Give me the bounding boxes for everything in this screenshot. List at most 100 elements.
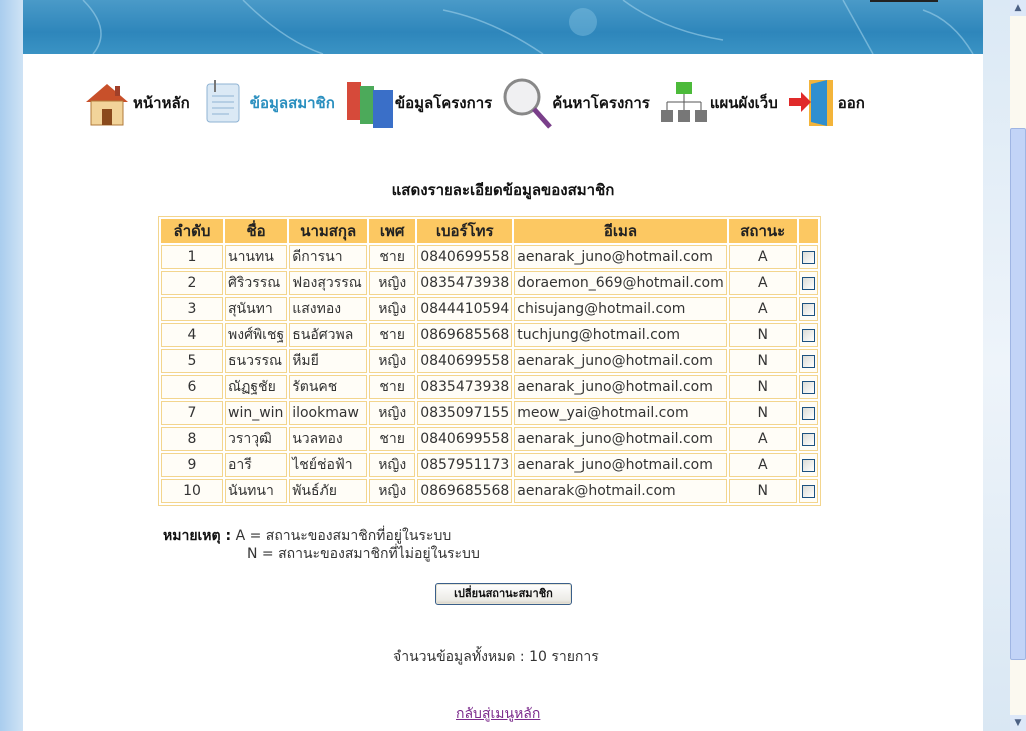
table-cell: ธนอัศวพล xyxy=(289,323,368,347)
table-cell: หญิง xyxy=(369,401,416,425)
table-cell: แสงทอง xyxy=(289,297,368,321)
row-checkbox[interactable] xyxy=(801,328,815,342)
table-cell: aenarak@hotmail.com xyxy=(514,479,727,503)
change-status-button[interactable]: เปลี่ยนสถานะสมาชิก xyxy=(435,583,572,605)
note-line-n: N = สถานะของสมาชิกที่ไม่อยู่ในระบบ xyxy=(247,546,480,562)
table-cell: หญิง xyxy=(369,349,416,373)
row-checkbox[interactable] xyxy=(801,380,815,394)
table-cell: ศิริวรรณ xyxy=(225,271,288,295)
table-cell: 0869685568 xyxy=(417,479,513,503)
scrollbar-thumb[interactable] xyxy=(1010,128,1026,660)
column-header: นามสกุล xyxy=(289,219,368,243)
row-checkbox[interactable] xyxy=(801,406,815,420)
table-cell: aenarak_juno@hotmail.com xyxy=(514,453,727,477)
table-cell: ชาย xyxy=(369,375,416,399)
nav-item-2[interactable]: ข้อมูลโครงการ xyxy=(343,75,492,131)
row-checkbox[interactable] xyxy=(801,458,815,472)
table-cell: N xyxy=(728,323,797,347)
row-checkbox[interactable] xyxy=(801,432,815,446)
table-cell: doraemon_669@hotmail.com xyxy=(514,271,727,295)
column-header: เบอร์โทร xyxy=(417,219,513,243)
nav-item-5[interactable]: ออก xyxy=(786,75,865,131)
table-cell: 3 xyxy=(161,297,223,321)
table-cell: หญิง xyxy=(369,297,416,321)
table-cell: 7 xyxy=(161,401,223,425)
table-cell: 0835473938 xyxy=(417,375,513,399)
table-cell: ชาย xyxy=(369,427,416,451)
table-cell: รัตนคช xyxy=(289,375,368,399)
select-cell xyxy=(798,453,818,477)
row-checkbox[interactable] xyxy=(801,276,815,290)
note-line-a: A = สถานะของสมาชิกที่อยู่ในระบบ xyxy=(235,528,452,544)
table-cell: A xyxy=(728,297,797,321)
nav-item-3[interactable]: ค้นหาโครงการ xyxy=(500,75,650,131)
page-content: หน้าหลัก ข้อมูลสมาชิก ข้อมูลโครงการ ค้นหาโค… xyxy=(23,0,983,731)
scroll-up-icon[interactable]: ▲ xyxy=(1010,0,1026,16)
table-cell: หญิง xyxy=(369,271,416,295)
table-cell: tuchjung@hotmail.com xyxy=(514,323,727,347)
table-cell: aenarak_juno@hotmail.com xyxy=(514,245,727,269)
table-cell: ดีการนา xyxy=(289,245,368,269)
page-background xyxy=(983,0,1010,731)
table-cell: 0840699558 xyxy=(417,427,513,451)
column-header: สถานะ xyxy=(728,219,797,243)
nav-item-1[interactable]: ข้อมูลสมาชิก xyxy=(198,75,335,131)
note-label: หมายเหตุ : xyxy=(163,528,232,544)
vertical-scrollbar[interactable]: ▲ ▼ xyxy=(1010,0,1026,731)
exit-door-icon xyxy=(786,75,838,131)
members-table: ลำดับ ชื่อ นามสกุล เพศ เบอร์โทร อีเมล สถานะ 1น… xyxy=(158,216,821,506)
nav-item-0[interactable]: หน้าหลัก xyxy=(81,75,190,131)
document-icon xyxy=(198,75,250,131)
table-cell: สุนันทา xyxy=(225,297,288,321)
table-cell: 8 xyxy=(161,427,223,451)
table-cell: 0869685568 xyxy=(417,323,513,347)
main-nav: หน้าหลัก ข้อมูลสมาชิก ข้อมูลโครงการ ค้นหาโค… xyxy=(81,72,873,134)
sitemap-icon xyxy=(658,75,710,131)
table-cell: A xyxy=(728,271,797,295)
table-cell: 0835097155 xyxy=(417,401,513,425)
row-checkbox[interactable] xyxy=(801,250,815,264)
row-checkbox[interactable] xyxy=(801,302,815,316)
select-cell xyxy=(798,245,818,269)
table-cell: meow_yai@hotmail.com xyxy=(514,401,727,425)
table-cell: A xyxy=(728,245,797,269)
row-checkbox[interactable] xyxy=(801,354,815,368)
select-cell xyxy=(798,427,818,451)
select-cell xyxy=(798,323,818,347)
table-cell: 2 xyxy=(161,271,223,295)
table-row: 10 นันทนา พันธ์ภัย หญิง 0869685568 aenarak@ho… xyxy=(161,479,818,503)
table-cell: aenarak_juno@hotmail.com xyxy=(514,349,727,373)
table-cell: 0840699558 xyxy=(417,245,513,269)
table-row: 7 win_win ilookmaw หญิง 0835097155 meow_yai@h… xyxy=(161,401,818,425)
table-cell: 4 xyxy=(161,323,223,347)
table-cell: aenarak_juno@hotmail.com xyxy=(514,375,727,399)
column-header: ชื่อ xyxy=(225,219,288,243)
table-cell: นานทน xyxy=(225,245,288,269)
table-cell: อารี xyxy=(225,453,288,477)
table-cell: 0840699558 xyxy=(417,349,513,373)
nav-label: ข้อมูลโครงการ xyxy=(394,94,493,112)
table-cell: ณัฏฐชัย xyxy=(225,375,288,399)
table-cell: chisujang@hotmail.com xyxy=(514,297,727,321)
select-cell xyxy=(798,297,818,321)
select-cell xyxy=(798,479,818,503)
table-cell: ไชย์ช่อฟ้า xyxy=(289,453,368,477)
table-row: 5 ธนวรรณ หีมยี หญิง 0840699558 aenarak_juno@h… xyxy=(161,349,818,373)
table-row: 3 สุนันทา แสงทอง หญิง 0844410594 chisujang@ho… xyxy=(161,297,818,321)
scroll-down-icon[interactable]: ▼ xyxy=(1010,715,1026,731)
table-cell: หญิง xyxy=(369,479,416,503)
table-cell: 0835473938 xyxy=(417,271,513,295)
table-cell: 0844410594 xyxy=(417,297,513,321)
house-icon xyxy=(81,75,133,131)
binders-icon xyxy=(343,75,395,131)
table-cell: 9 xyxy=(161,453,223,477)
row-checkbox[interactable] xyxy=(801,484,815,498)
back-to-main-link[interactable]: กลับสู่เมนูหลัก xyxy=(456,703,540,725)
column-header xyxy=(798,219,818,243)
select-cell xyxy=(798,349,818,373)
nav-label: ออก xyxy=(837,94,865,112)
nav-item-4[interactable]: แผนผังเว็บ xyxy=(658,75,778,131)
select-cell xyxy=(798,271,818,295)
table-row: 2 ศิริวรรณ ฟองสุวรรณ หญิง 0835473938 doraemon… xyxy=(161,271,818,295)
table-cell: ชาย xyxy=(369,245,416,269)
